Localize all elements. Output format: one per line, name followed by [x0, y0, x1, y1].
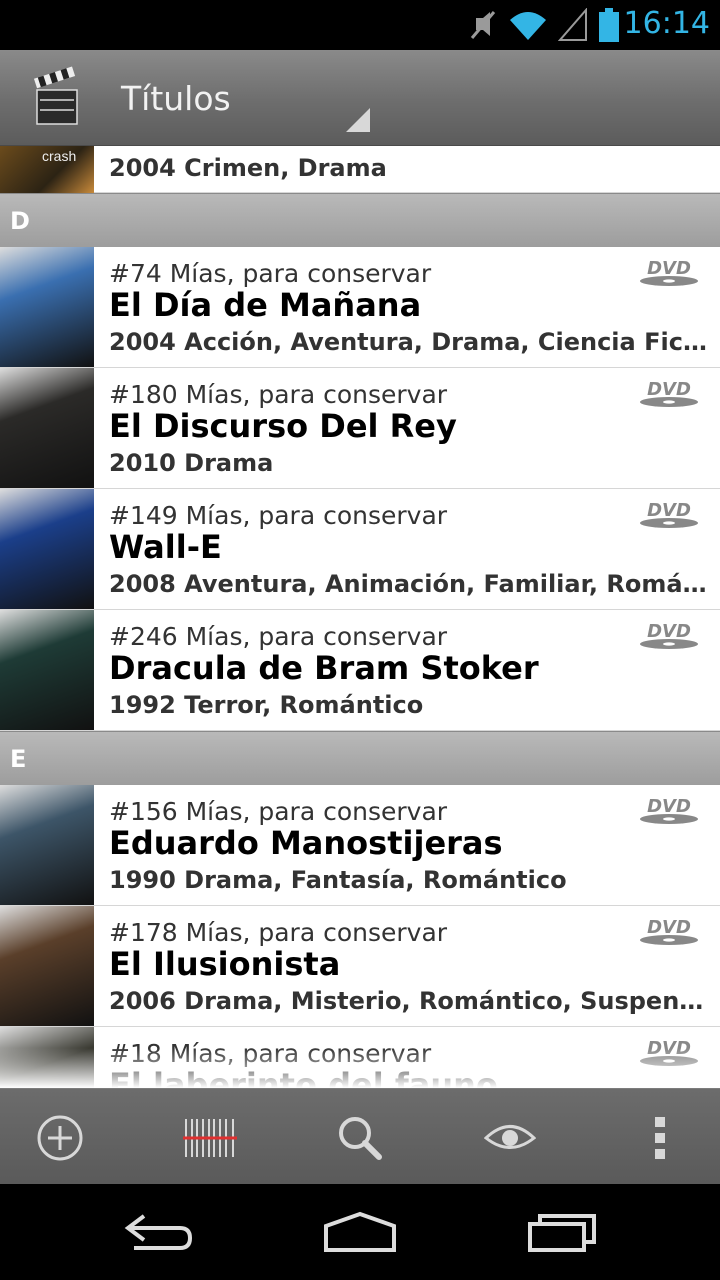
- item-title: El Día de Mañana: [109, 286, 422, 324]
- svg-text:DVD: DVD: [647, 917, 691, 938]
- svg-text:DVD: DVD: [647, 258, 691, 279]
- item-genres: 1990 Drama, Fantasía, Romántico: [109, 866, 567, 894]
- item-genres: 2006 Drama, Misterio, Romántico, Suspens…: [109, 987, 717, 1015]
- movie-list[interactable]: crash 2004 Crimen, Drama D #74 Mías, par…: [0, 146, 720, 1088]
- barcode-icon[interactable]: [183, 1113, 237, 1163]
- dvd-icon: DVD: [640, 500, 698, 528]
- clapperboard-icon[interactable]: [34, 66, 80, 128]
- svg-text:DVD: DVD: [647, 500, 691, 521]
- poster-image: [0, 610, 94, 730]
- list-item[interactable]: crash 2004 Crimen, Drama: [0, 146, 720, 193]
- dvd-icon: DVD: [640, 796, 698, 824]
- item-genres: 2004 Crimen, Drama: [109, 154, 387, 182]
- list-item[interactable]: #18 Mías, para conservar El laberinto de…: [0, 1027, 720, 1088]
- section-header: D: [0, 193, 720, 247]
- list-item[interactable]: #156 Mías, para conservar Eduardo Manost…: [0, 785, 720, 906]
- poster-image: [0, 489, 94, 609]
- list-item[interactable]: #149 Mías, para conservar Wall-E 2008 Av…: [0, 489, 720, 610]
- item-collection: #18 Mías, para conservar: [109, 1039, 432, 1068]
- poster-image: [0, 368, 94, 488]
- bottom-toolbar: [0, 1088, 720, 1184]
- recent-apps-icon[interactable]: [526, 1210, 598, 1254]
- item-title: Eduardo Manostijeras: [109, 824, 503, 862]
- item-genres: 2008 Aventura, Animación, Familiar, Romá…: [109, 570, 717, 598]
- dvd-icon: DVD: [640, 258, 698, 286]
- back-icon[interactable]: [124, 1210, 194, 1254]
- item-genres: 1992 Terror, Romántico: [109, 691, 424, 719]
- svg-text:DVD: DVD: [647, 621, 691, 642]
- signal-icon: [558, 8, 587, 41]
- mute-icon: [470, 11, 496, 39]
- item-collection: #180 Mías, para conservar: [109, 380, 448, 409]
- eye-icon[interactable]: [484, 1113, 536, 1163]
- status-icons: [468, 8, 620, 42]
- poster-image: [0, 247, 94, 367]
- item-collection: #156 Mías, para conservar: [109, 797, 448, 826]
- home-icon[interactable]: [322, 1210, 398, 1254]
- item-title: El Discurso Del Rey: [109, 407, 457, 445]
- search-icon[interactable]: [335, 1113, 385, 1163]
- svg-text:DVD: DVD: [647, 379, 691, 400]
- item-collection: #149 Mías, para conservar: [109, 501, 448, 530]
- dvd-icon: DVD: [640, 621, 698, 649]
- item-collection: #246 Mías, para conservar: [109, 622, 448, 651]
- page-title[interactable]: Títulos: [121, 79, 231, 118]
- poster-image: [0, 785, 94, 905]
- poster-image: [0, 906, 94, 1026]
- clock: 16:14: [623, 6, 710, 41]
- status-bar: 16:14: [0, 0, 720, 50]
- wifi-icon: [510, 12, 546, 40]
- section-header: E: [0, 731, 720, 785]
- dvd-icon: DVD: [640, 917, 698, 945]
- add-icon[interactable]: [35, 1113, 85, 1163]
- list-item[interactable]: #246 Mías, para conservar Dracula de Bra…: [0, 610, 720, 731]
- list-item[interactable]: #178 Mías, para conservar El Ilusionista…: [0, 906, 720, 1027]
- item-title: Wall-E: [109, 528, 222, 566]
- item-collection: #74 Mías, para conservar: [109, 259, 432, 288]
- poster-image: crash: [0, 146, 94, 193]
- spinner-dropdown-icon[interactable]: [346, 108, 370, 132]
- item-collection: #178 Mías, para conservar: [109, 918, 448, 947]
- list-item[interactable]: #180 Mías, para conservar El Discurso De…: [0, 368, 720, 489]
- poster-image: [0, 1027, 94, 1088]
- battery-icon: [599, 8, 619, 42]
- item-genres: 2010 Drama: [109, 449, 274, 477]
- item-title: El laberinto del fauno: [109, 1066, 498, 1088]
- list-item[interactable]: #74 Mías, para conservar El Día de Mañan…: [0, 247, 720, 368]
- poster-text: crash: [42, 148, 77, 164]
- overflow-menu-icon[interactable]: [648, 1113, 672, 1163]
- svg-text:DVD: DVD: [647, 796, 691, 817]
- item-title: Dracula de Bram Stoker: [109, 649, 539, 687]
- svg-text:DVD: DVD: [647, 1038, 691, 1059]
- dvd-icon: DVD: [640, 1038, 698, 1066]
- item-genres: 2004 Acción, Aventura, Drama, Ciencia Fi…: [109, 328, 717, 356]
- navigation-bar: [0, 1184, 720, 1280]
- item-title: El Ilusionista: [109, 945, 341, 983]
- dvd-icon: DVD: [640, 379, 698, 407]
